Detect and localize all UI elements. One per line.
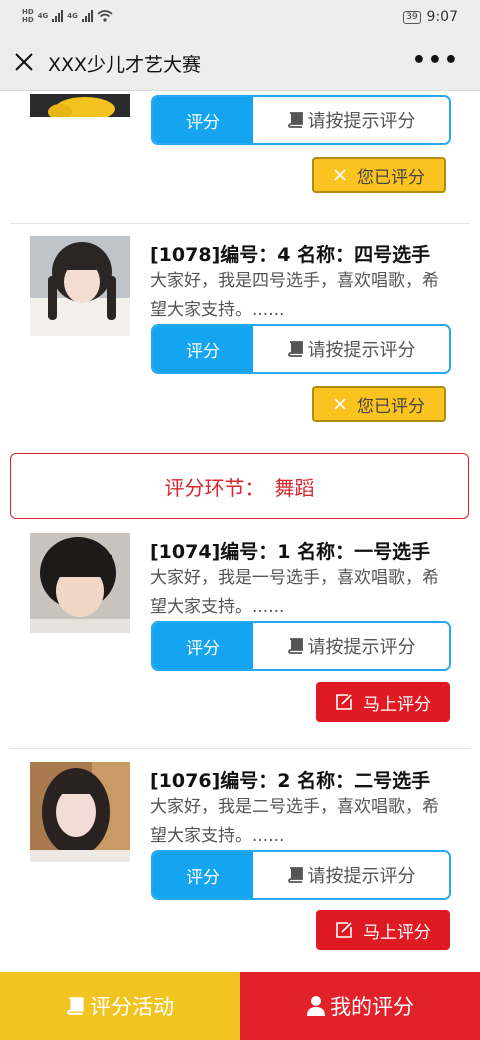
book-icon [287, 867, 303, 883]
tab-scoring-activity[interactable]: 评分活动 [0, 972, 240, 1040]
divider [10, 748, 470, 749]
close-icon [334, 398, 346, 410]
footer-tabbar: 评分活动 我的评分 [0, 972, 480, 1040]
entry-card: [1076]编号：2 名称：二号选手 大家好，我是二号选手，喜欢唱歌，希望大家支… [10, 762, 469, 962]
score-row[interactable]: 评分 请按提示评分 [151, 324, 451, 374]
content-list[interactable]: 评分 请按提示评分 您已评分 [1078]编号：4 名称：四号选手 大家好，我是… [0, 90, 480, 972]
sim1-label: HD [22, 8, 34, 16]
book-icon [287, 112, 303, 128]
battery-level: 39 [406, 11, 418, 22]
score-row[interactable]: 评分 请按提示评分 [151, 621, 451, 671]
edit-icon [336, 922, 352, 938]
book-icon [287, 341, 303, 357]
clock: 9:07 [426, 9, 458, 25]
score-row[interactable]: 评分 请按提示评分 [151, 95, 451, 145]
close-icon [334, 169, 346, 181]
battery-icon: 39 [403, 10, 421, 24]
score-hint[interactable]: 请按提示评分 [253, 852, 449, 898]
score-hint-label: 请按提示评分 [307, 637, 416, 658]
contestant-photo [30, 533, 130, 633]
avatar-partial [30, 94, 130, 117]
section-header: 评分环节： 舞蹈 [10, 453, 469, 519]
contestant-photo [30, 762, 130, 862]
entry-card: [1078]编号：4 名称：四号选手 大家好，我是四号选手，喜欢唱歌，希望大家支… [10, 236, 469, 436]
page-title: XXX少儿才艺大赛 [48, 54, 202, 76]
user-icon [307, 996, 325, 1016]
entry-title: [1078]编号：4 名称：四号选手 [150, 244, 431, 266]
already-scored-button[interactable]: 您已评分 [312, 386, 446, 422]
score-hint[interactable]: 请按提示评分 [253, 623, 449, 669]
already-scored-button[interactable]: 您已评分 [312, 157, 446, 193]
entry-description: 大家好，我是四号选手，喜欢唱歌，希望大家支持。...... [150, 271, 439, 320]
signal1-icon [52, 10, 64, 22]
entry-card: [1074]编号：1 名称：一号选手 大家好，我是一号选手，喜欢唱歌，希望大家支… [10, 533, 469, 733]
book-icon [287, 638, 303, 654]
close-icon[interactable] [12, 50, 36, 74]
sim-indicator: HD HD [22, 8, 34, 24]
entry-title: [1074]编号：1 名称：一号选手 [150, 541, 431, 563]
score-hint-label: 请按提示评分 [307, 340, 416, 361]
score-hint-label: 请按提示评分 [307, 111, 416, 132]
score-now-button[interactable]: 马上评分 [316, 910, 450, 950]
contestant-photo [30, 236, 130, 336]
entry-title: [1076]编号：2 名称：二号选手 [150, 770, 431, 792]
sim2-label: HD [22, 16, 34, 24]
entry-description: 大家好，我是二号选手，喜欢唱歌，希望大家支持。...... [150, 797, 439, 846]
section-label: 评分环节： [164, 475, 265, 500]
signal2-icon [81, 10, 93, 22]
score-now-label: 马上评分 [363, 922, 431, 943]
network2-label: 4G [67, 12, 78, 20]
entry-card-partial: 评分 请按提示评分 您已评分 [10, 90, 469, 223]
nav-bar: XXX少儿才艺大赛 ••• [0, 34, 480, 91]
score-label[interactable]: 评分 [153, 623, 253, 669]
score-label[interactable]: 评分 [153, 326, 253, 372]
section-name: 舞蹈 [274, 475, 315, 500]
tab-my-scores[interactable]: 我的评分 [240, 972, 480, 1040]
network1-label: 4G [37, 12, 49, 20]
tab-my-scores-label: 我的评分 [330, 995, 414, 1019]
divider [10, 223, 470, 224]
wifi-icon [97, 10, 113, 22]
score-now-button[interactable]: 马上评分 [316, 682, 450, 722]
already-scored-label: 您已评分 [357, 167, 425, 188]
entry-description: 大家好，我是一号选手，喜欢唱歌，希望大家支持。...... [150, 568, 439, 617]
edit-icon [336, 694, 352, 710]
more-menu-button[interactable]: ••• [412, 48, 460, 73]
book-icon [67, 997, 84, 1015]
score-label[interactable]: 评分 [153, 97, 253, 143]
score-label[interactable]: 评分 [153, 852, 253, 898]
already-scored-label: 您已评分 [357, 396, 425, 417]
score-hint-label: 请按提示评分 [307, 866, 416, 887]
score-hint[interactable]: 请按提示评分 [253, 97, 449, 143]
score-now-label: 马上评分 [363, 694, 431, 715]
status-bar: HD HD 4G 4G 39 9:07 [0, 0, 480, 34]
tab-scoring-activity-label: 评分活动 [90, 995, 174, 1019]
score-row[interactable]: 评分 请按提示评分 [151, 850, 451, 900]
score-hint[interactable]: 请按提示评分 [253, 326, 449, 372]
